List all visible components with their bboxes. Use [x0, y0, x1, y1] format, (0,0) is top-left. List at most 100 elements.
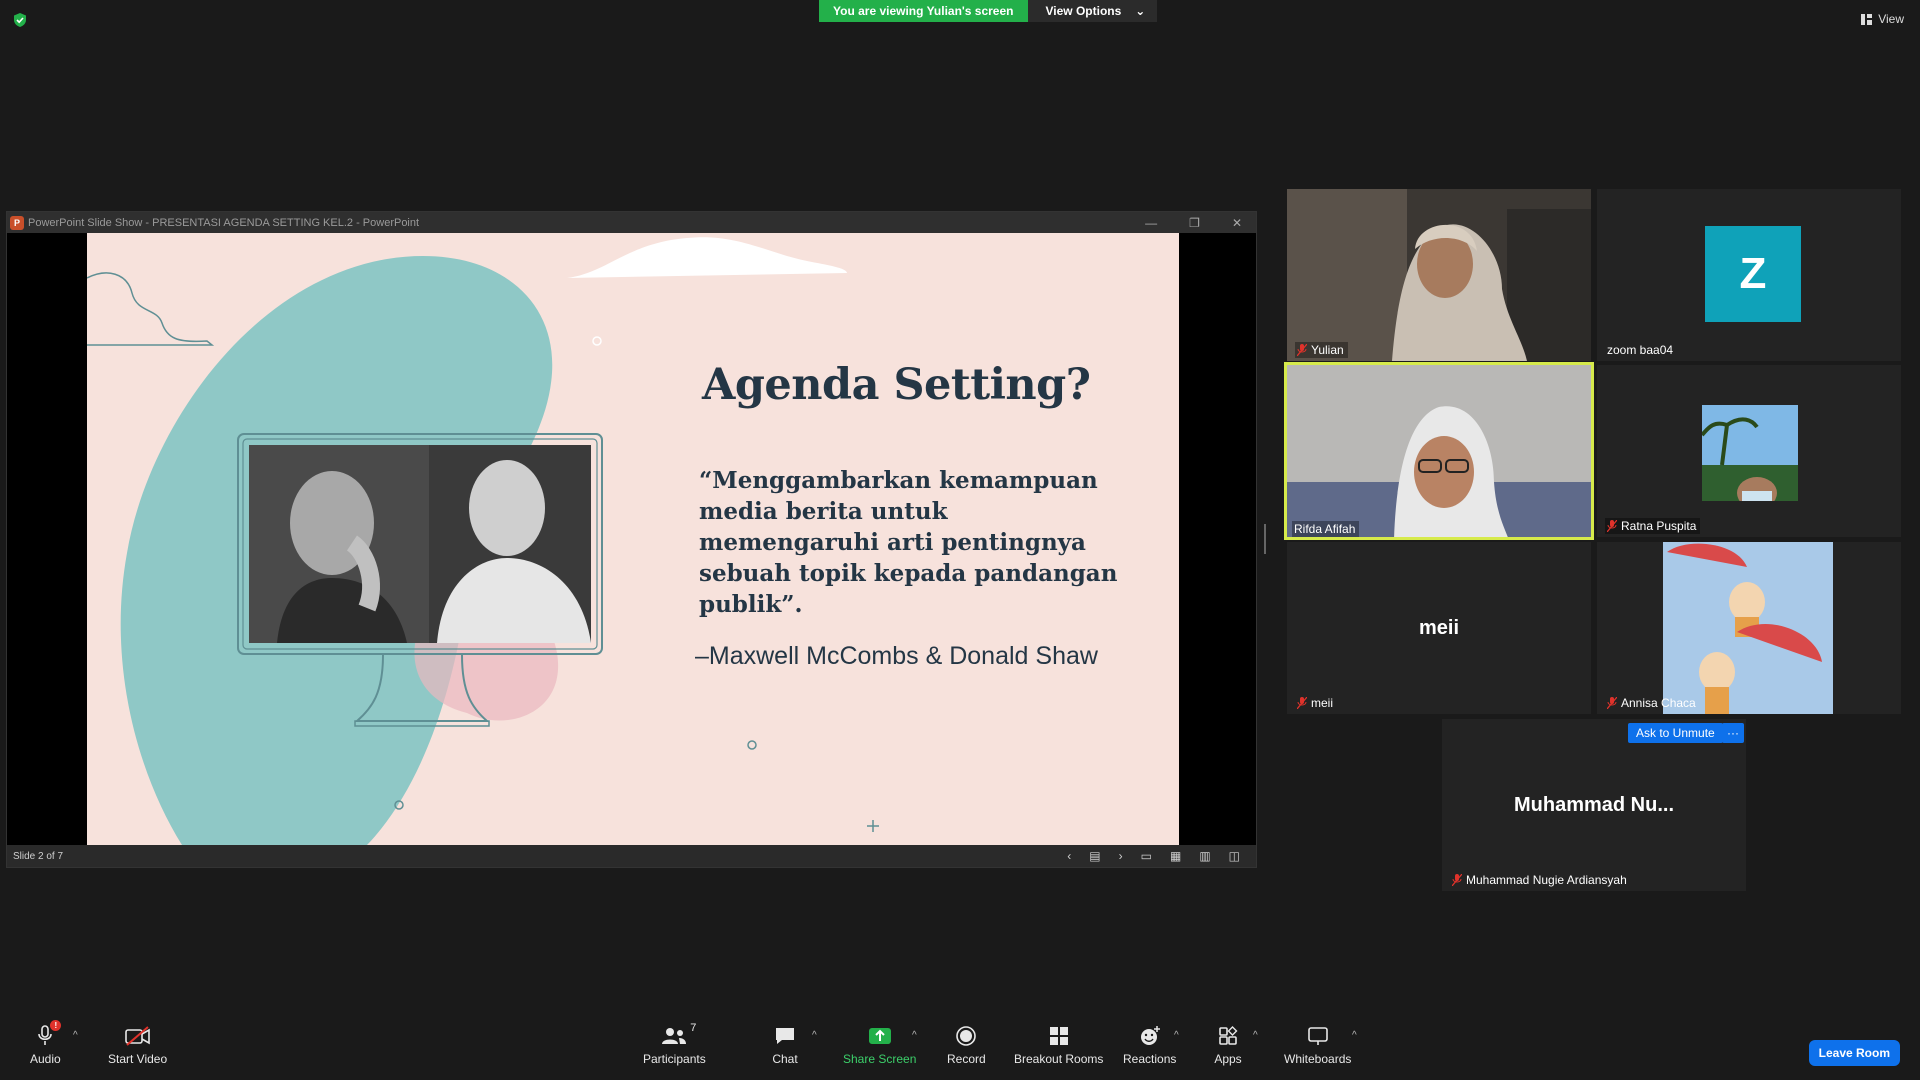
whiteboards-label: Whiteboards	[1284, 1052, 1352, 1066]
record-icon	[952, 1024, 980, 1048]
normal-view-icon[interactable]: ▭	[1141, 849, 1152, 863]
slide-navigation: ‹ ▤ › ▭ ▦ ▥ ◫	[1067, 845, 1240, 867]
participant-tile-ratna-puspita[interactable]: Ratna Puspita	[1597, 365, 1901, 537]
slide-quote: “Menggambarkan kemampuan media berita un…	[699, 467, 1118, 618]
participant-name-label: meii	[1295, 695, 1337, 711]
microphone-icon: !	[31, 1020, 62, 1048]
muted-mic-icon	[1607, 520, 1617, 532]
muted-mic-icon	[1452, 874, 1462, 886]
avatar: Z	[1705, 226, 1801, 322]
slideshow-view-icon[interactable]: ◫	[1229, 849, 1240, 863]
start-video-label: Start Video	[108, 1052, 168, 1066]
muted-mic-icon	[1297, 697, 1307, 709]
pane-splitter-handle[interactable]	[1264, 524, 1266, 554]
participant-name: Ratna Puspita	[1621, 519, 1697, 533]
participant-name: zoom baa04	[1607, 343, 1674, 357]
muted-mic-icon	[1607, 697, 1617, 709]
participant-name-label: Annisa Chaca	[1605, 695, 1700, 711]
reactions-icon	[1136, 1024, 1164, 1048]
apps-options-caret-icon[interactable]: ^	[1253, 1030, 1258, 1041]
participant-tile-annisa-chaca[interactable]: Annisa Chaca	[1597, 542, 1901, 714]
whiteboards-button[interactable]: Whiteboards	[1284, 1024, 1351, 1066]
reading-view-icon[interactable]: ▥	[1199, 849, 1210, 863]
share-options-caret-icon[interactable]: ^	[912, 1030, 917, 1041]
share-screen-label: Share Screen	[843, 1052, 917, 1066]
participants-label: Participants	[643, 1052, 706, 1066]
participant-tile-zoom-baa04[interactable]: Z zoom baa04	[1597, 189, 1901, 361]
photo-frame	[237, 433, 603, 655]
view-label: View	[1878, 12, 1904, 26]
slide-canvas: Agenda Setting? “Menggambarkan kemampuan…	[87, 233, 1179, 845]
participant-tile-muhammad-nugie[interactable]: Muhammad Nu... Muhammad Nugie Ardiansyah	[1442, 719, 1746, 891]
participant-photo	[1702, 405, 1798, 501]
audio-alert-badge: !	[50, 1020, 62, 1031]
chevron-down-icon: ⌄	[1135, 4, 1146, 18]
previous-slide-icon[interactable]: ‹	[1067, 849, 1071, 863]
powerpoint-logo-icon: P	[10, 215, 24, 230]
slide-menu-icon[interactable]: ▤	[1089, 849, 1100, 863]
participant-display-name: meii	[1418, 616, 1460, 639]
participant-name: Rifda Afifah	[1294, 522, 1356, 536]
apps-button[interactable]: Apps	[1214, 1024, 1242, 1066]
ask-to-unmute-button[interactable]: Ask to Unmute	[1628, 723, 1723, 743]
cloud-shape	[567, 237, 847, 278]
close-icon[interactable]: ✕	[1232, 216, 1242, 230]
muted-mic-icon	[1297, 344, 1307, 356]
chat-options-caret-icon[interactable]: ^	[812, 1030, 817, 1041]
share-screen-icon	[866, 1024, 894, 1048]
reactions-button[interactable]: Reactions	[1123, 1024, 1176, 1066]
view-options-label: View Options	[1045, 4, 1122, 18]
participant-photo	[1663, 542, 1833, 714]
breakout-rooms-icon	[1045, 1024, 1073, 1048]
view-options-button[interactable]: View Options ⌄	[1027, 0, 1158, 22]
participant-display-name: Muhammad Nu...	[1513, 793, 1674, 816]
record-button[interactable]: Record	[947, 1024, 986, 1066]
chat-icon	[771, 1024, 799, 1048]
participant-name: Yulian	[1311, 343, 1344, 357]
plus-mark	[867, 820, 879, 832]
chat-label: Chat	[772, 1052, 798, 1066]
leave-room-button[interactable]: Leave Room	[1808, 1040, 1900, 1066]
shared-screen-powerpoint: P PowerPoint Slide Show - PRESENTASI AGE…	[6, 211, 1257, 868]
view-button[interactable]: View	[1861, 12, 1904, 26]
slide-title: Agenda Setting?	[702, 360, 1091, 410]
share-screen-button[interactable]: Share Screen	[843, 1024, 916, 1066]
start-video-button[interactable]: Start Video	[108, 1024, 167, 1066]
minimize-icon[interactable]: —	[1145, 216, 1157, 230]
whiteboards-options-caret-icon[interactable]: ^	[1352, 1030, 1357, 1041]
video-off-icon	[124, 1024, 152, 1048]
apps-icon	[1214, 1024, 1242, 1048]
slide-author: –Maxwell McCombs & Donald Shaw	[695, 642, 1098, 670]
ppt-title-bar: P PowerPoint Slide Show - PRESENTASI AGE…	[7, 212, 1256, 233]
participants-button[interactable]: 7 Participants	[643, 1022, 706, 1066]
slide-counter: Slide 2 of 7	[13, 850, 64, 862]
more-options-button[interactable]: ···	[1722, 723, 1744, 743]
slide-sorter-icon[interactable]: ▦	[1170, 849, 1181, 863]
audio-label: Audio	[30, 1052, 61, 1066]
participant-tile-rifda-afifah[interactable]: Rifda Afifah	[1284, 362, 1594, 540]
restore-icon[interactable]: ❐	[1189, 216, 1200, 230]
audio-button[interactable]: ! Audio	[30, 1020, 62, 1066]
breakout-rooms-label: Breakout Rooms	[1014, 1052, 1104, 1066]
ppt-window-title: PowerPoint Slide Show - PRESENTASI AGEND…	[28, 216, 420, 229]
participant-tile-yulian[interactable]: Yulian	[1287, 189, 1591, 361]
reactions-options-caret-icon[interactable]: ^	[1174, 1030, 1179, 1041]
participant-name-label: Yulian	[1295, 342, 1348, 358]
breakout-rooms-button[interactable]: Breakout Rooms	[1014, 1024, 1103, 1066]
security-shield-icon[interactable]	[12, 12, 28, 28]
participant-tile-meii[interactable]: meii meii	[1287, 542, 1591, 714]
participant-name-label: Rifda Afifah	[1292, 521, 1360, 537]
next-slide-icon[interactable]: ›	[1119, 849, 1123, 863]
reactions-label: Reactions	[1123, 1052, 1177, 1066]
chat-button[interactable]: Chat	[771, 1024, 799, 1066]
participant-name: meii	[1311, 696, 1334, 710]
grid-view-icon	[1861, 13, 1873, 25]
participants-icon: 7	[654, 1022, 696, 1048]
apps-label: Apps	[1214, 1052, 1242, 1066]
record-label: Record	[947, 1052, 986, 1066]
window-controls: — ❐ ✕	[1145, 212, 1242, 233]
participant-video	[1287, 189, 1591, 361]
audio-options-caret-icon[interactable]: ^	[73, 1030, 78, 1041]
dot-circle	[747, 740, 757, 750]
participant-name-label: Ratna Puspita	[1605, 518, 1701, 534]
